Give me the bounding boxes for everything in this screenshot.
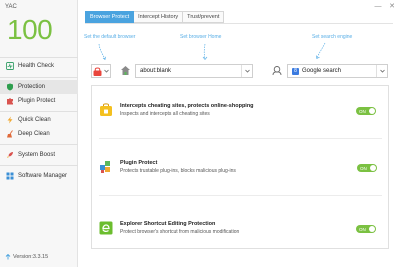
toggle-label: ON bbox=[359, 226, 366, 232]
hint-browser-home: Set browser Home bbox=[180, 34, 222, 40]
plugin-icon bbox=[100, 161, 110, 173]
sidebar-item-label: Plugin Protect bbox=[18, 98, 56, 104]
hint-search-engine: Set search engine bbox=[312, 34, 353, 40]
sidebar-item-system-boost[interactable]: System Boost bbox=[0, 148, 78, 162]
toggle-knob bbox=[369, 108, 375, 114]
feature-toggle-plugin[interactable]: ON bbox=[357, 164, 377, 172]
divider bbox=[0, 144, 78, 145]
feature-row-shopping: Intercepts cheating sites, protects onli… bbox=[99, 100, 384, 130]
health-icon bbox=[6, 62, 14, 70]
lightning-icon bbox=[6, 116, 14, 124]
search-engine-select[interactable]: 8 Google search bbox=[287, 64, 388, 78]
tab-underline bbox=[85, 23, 393, 24]
apps-icon bbox=[6, 172, 14, 180]
sidebar-item-label: Quick Clean bbox=[18, 117, 51, 123]
home-url-dropdown[interactable] bbox=[241, 65, 252, 77]
divider bbox=[99, 138, 382, 139]
feature-title: Plugin Protect bbox=[120, 160, 158, 166]
sidebar-item-label: Software Manager bbox=[18, 173, 68, 179]
sidebar-item-quick-clean[interactable]: Quick Clean bbox=[0, 113, 78, 127]
chevron-down-icon bbox=[379, 69, 385, 73]
toggle-label: ON bbox=[359, 108, 366, 114]
app-name: YAC bbox=[5, 4, 17, 10]
toggle-label: ON bbox=[360, 165, 367, 171]
close-button[interactable]: ✕ bbox=[388, 2, 396, 10]
divider bbox=[99, 195, 382, 196]
toggle-knob bbox=[370, 165, 376, 171]
feature-panel: Intercepts cheating sites, protects onli… bbox=[91, 85, 389, 249]
feature-toggle-shortcut[interactable]: ON bbox=[356, 225, 376, 233]
sidebar-item-label: Health Check bbox=[18, 63, 55, 69]
feature-title: Explorer Shortcut Editing Protection bbox=[120, 221, 216, 227]
rocket-icon bbox=[6, 151, 14, 159]
window-controls: — ✕ bbox=[374, 2, 396, 11]
broom-icon bbox=[6, 130, 14, 138]
default-browser-button[interactable] bbox=[91, 64, 111, 78]
sidebar-item-software-manager[interactable]: Software Manager bbox=[0, 169, 78, 183]
sidebar-item-deep-clean[interactable]: Deep Clean bbox=[0, 127, 78, 141]
hint-default-browser: Set the default browser bbox=[84, 34, 136, 40]
hint-arrow-icon bbox=[316, 42, 326, 60]
tab-intercept-history[interactable]: Intercept History bbox=[134, 11, 184, 23]
version-info: Version:3.3.15 bbox=[5, 254, 48, 260]
hint-arrow-icon bbox=[202, 43, 208, 61]
sidebar-item-label: System Boost bbox=[18, 152, 56, 158]
sidebar-item-plugin-protect[interactable]: Plugin Protect bbox=[0, 94, 78, 108]
sidebar-item-label: Protection bbox=[18, 84, 46, 90]
feature-title: Intercepts cheating sites, protects onli… bbox=[120, 103, 254, 109]
feature-description: Protect browser's shortcut from maliciou… bbox=[120, 229, 240, 235]
tab-trust-prevent[interactable]: Trust/prevent bbox=[183, 11, 225, 23]
feature-description: Inspects and intercepts all cheating sit… bbox=[120, 111, 210, 117]
search-engine-dropdown[interactable] bbox=[376, 65, 387, 77]
sidebar-item-label: Deep Clean bbox=[18, 131, 50, 137]
shopping-lock-icon bbox=[100, 103, 112, 116]
toggle-knob bbox=[369, 226, 375, 232]
ie-icon bbox=[99, 221, 113, 235]
shield-icon bbox=[6, 83, 14, 91]
version-icon bbox=[5, 254, 11, 260]
puzzle-icon bbox=[6, 97, 14, 105]
tab-browser-protect[interactable]: Browser Protect bbox=[85, 11, 135, 23]
hint-arrow-icon bbox=[98, 43, 106, 61]
version-label: Version:3.3.15 bbox=[13, 254, 49, 260]
home-url-field[interactable]: about:blank bbox=[135, 64, 253, 78]
feature-row-plugin: Plugin Protect Protects trustable plug-i… bbox=[99, 157, 384, 187]
search-engine-badge: 8 bbox=[292, 67, 299, 75]
divider bbox=[0, 165, 78, 166]
divider bbox=[0, 111, 78, 112]
divider bbox=[0, 57, 78, 58]
home-url-value: about:blank bbox=[140, 68, 172, 74]
tab-bar: Browser Protect Intercept History Trust/… bbox=[85, 11, 225, 23]
minimize-button[interactable]: — bbox=[374, 2, 382, 10]
health-score: 100 bbox=[7, 14, 53, 45]
home-icon bbox=[121, 66, 130, 75]
sidebar: YAC 100 Health Check Protection Plugin P… bbox=[0, 0, 78, 267]
feature-description: Protects trustable plug-ins, blocks mali… bbox=[120, 168, 236, 174]
sidebar-item-protection[interactable]: Protection bbox=[0, 80, 78, 94]
feature-row-shortcut: Explorer Shortcut Editing Protection Pro… bbox=[99, 218, 384, 248]
search-engine-value: Google search bbox=[302, 68, 342, 74]
sidebar-item-health-check[interactable]: Health Check bbox=[0, 59, 78, 73]
feature-toggle-shopping[interactable]: ON bbox=[356, 107, 376, 115]
divider bbox=[0, 77, 78, 78]
chevron-down-icon bbox=[104, 69, 109, 73]
lock-icon bbox=[93, 67, 102, 76]
chevron-down-icon bbox=[244, 69, 250, 73]
search-user-icon bbox=[272, 66, 282, 76]
